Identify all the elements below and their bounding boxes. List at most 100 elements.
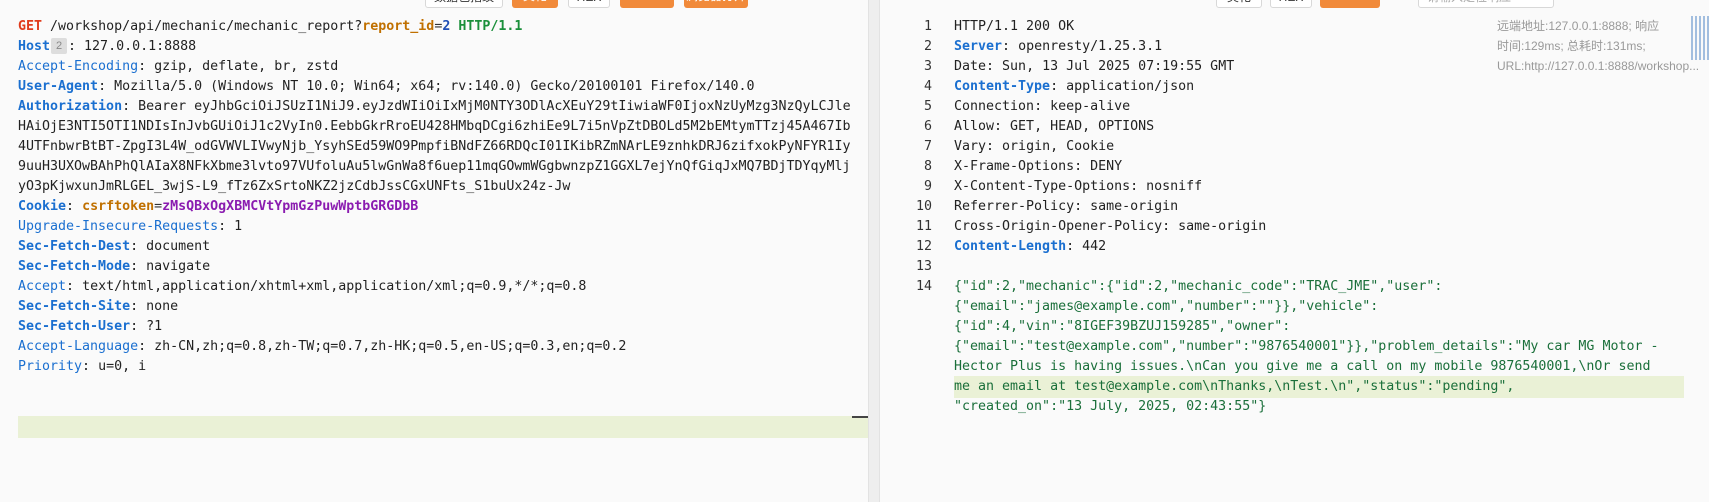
line-number: 14 bbox=[915, 279, 932, 294]
open-in-browser-button[interactable]: 浏览器打开 bbox=[684, 0, 748, 8]
header-cookie: Cookie: csrftoken=zMsQBxOgXBMCVtYpmGzPuw… bbox=[18, 199, 419, 214]
packet-fingerprint-button[interactable]: 数据包指纹 bbox=[425, 0, 503, 8]
header-sec-fetch-user: Sec-Fetch-User: ?1 bbox=[18, 319, 163, 334]
beautify-button[interactable]: 美化 bbox=[512, 0, 558, 8]
header-name: X-Frame-Options bbox=[954, 159, 1075, 174]
response-search-input[interactable]: 请输入定位响应 bbox=[1418, 0, 1554, 8]
header-value: navigate bbox=[146, 259, 211, 274]
header-name: Sec-Fetch-User bbox=[18, 319, 131, 334]
resp-header-referrer-policy: Referrer-Policy: same-origin bbox=[954, 199, 1179, 214]
header-accept-encoding: Accept-Encoding: gzip, deflate, br, zstd bbox=[18, 59, 339, 74]
header-sec-fetch-mode: Sec-Fetch-Mode: navigate bbox=[18, 259, 211, 274]
header-value: gzip, deflate, br, zstd bbox=[154, 59, 339, 74]
header-value: DENY bbox=[1090, 159, 1123, 174]
header-value: keep-alive bbox=[1050, 99, 1131, 114]
response-meta-info: 远端地址:127.0.0.1:8888; 响应时间:129ms; 总耗时:131… bbox=[1497, 19, 1700, 73]
header-value: openresty/1.25.3.1 bbox=[1018, 39, 1163, 54]
header-sec-fetch-dest: Sec-Fetch-Dest: document bbox=[18, 239, 211, 254]
text-cursor bbox=[852, 416, 868, 418]
header-name: Allow bbox=[954, 119, 995, 134]
header-priority: Priority: u=0, i bbox=[18, 359, 147, 374]
line-number: 9 bbox=[923, 179, 932, 194]
header-name: Authorization bbox=[18, 99, 123, 114]
header-value: origin, Cookie bbox=[1002, 139, 1115, 154]
header-name: Sec-Fetch-Dest bbox=[18, 239, 131, 254]
host-badge-icon[interactable]: 2 bbox=[51, 38, 68, 54]
pane-splitter[interactable] bbox=[868, 0, 880, 502]
header-value: Sun, 13 Jul 2025 07:19:55 GMT bbox=[1002, 59, 1235, 74]
header-name: Accept-Language bbox=[18, 339, 139, 354]
header-name: Upgrade-Insecure-Requests bbox=[18, 219, 219, 234]
resp-header-allow: Allow: GET, HEAD, OPTIONS bbox=[954, 119, 1155, 134]
header-name: Host bbox=[18, 39, 51, 54]
header-name: Accept bbox=[18, 279, 67, 294]
request-method: GET bbox=[18, 19, 43, 34]
header-value: 442 bbox=[1082, 239, 1107, 254]
header-value: nosniff bbox=[1146, 179, 1203, 194]
hex-button[interactable]: HEX bbox=[568, 0, 610, 8]
resp-header-content-type: Content-Type: application/json bbox=[954, 79, 1195, 94]
current-line-highlight bbox=[18, 416, 868, 438]
header-name: Cookie bbox=[18, 199, 67, 214]
header-value: same-origin bbox=[1178, 219, 1267, 234]
header-value: same-origin bbox=[1090, 199, 1179, 214]
cookie-value: zMsQBxOgXBMCVtYpmGzPuwWptbGRGDbB bbox=[162, 199, 419, 214]
header-value: text/html,application/xhtml+xml,applicat… bbox=[82, 279, 587, 294]
header-value: u=0, i bbox=[98, 359, 147, 374]
request-editor[interactable]: GET /workshop/api/mechanic/mechanic_repo… bbox=[18, 17, 868, 377]
cookie-name: csrftoken bbox=[82, 199, 155, 214]
header-name: Server bbox=[954, 39, 1003, 54]
response-beautify-button[interactable]: 美化 bbox=[1216, 0, 1262, 8]
line-number: 6 bbox=[923, 119, 932, 134]
header-value: GET, HEAD, OPTIONS bbox=[1010, 119, 1155, 134]
header-value: ?1 bbox=[146, 319, 163, 334]
header-name: Referrer-Policy bbox=[954, 199, 1075, 214]
line-number: 5 bbox=[923, 99, 932, 114]
response-pane: 美化 HEX Render 请输入定位响应 1 2 3 4 5 6 7 8 9 … bbox=[880, 0, 1709, 502]
request-path: /workshop/api/mechanic/mechanic_report? bbox=[50, 19, 363, 34]
response-hex-button[interactable]: HEX bbox=[1270, 0, 1312, 8]
header-name: Cross-Origin-Opener-Policy bbox=[954, 219, 1163, 234]
header-authorization: Authorization: Bearer eyJhbGciOiJSUzI1Ni… bbox=[18, 99, 851, 194]
line-number: 11 bbox=[915, 219, 932, 234]
render-button[interactable]: Render bbox=[620, 0, 674, 8]
header-value: 1 bbox=[234, 219, 243, 234]
request-protocol: HTTP/1.1 bbox=[458, 19, 523, 34]
response-json-body: {"id":2,"mechanic":{"id":2,"mechanic_cod… bbox=[954, 277, 1659, 417]
resp-header-vary: Vary: origin, Cookie bbox=[954, 139, 1115, 154]
line-number: 8 bbox=[923, 159, 932, 174]
header-value: document bbox=[146, 239, 211, 254]
header-name: User-Agent bbox=[18, 79, 99, 94]
header-name: Date bbox=[954, 59, 987, 74]
request-pane: 数据包指纹 美化 HEX Render 浏览器打开 GET /workshop/… bbox=[0, 0, 868, 502]
resp-header-x-content-type-options: X-Content-Type-Options: nosniff bbox=[954, 179, 1203, 194]
header-name: X-Content-Type-Options bbox=[954, 179, 1131, 194]
resp-header-connection: Connection: keep-alive bbox=[954, 99, 1131, 114]
resp-header-coop: Cross-Origin-Opener-Policy: same-origin bbox=[954, 219, 1267, 234]
response-render-button[interactable]: Render bbox=[1320, 0, 1380, 8]
header-user-agent: User-Agent: Mozilla/5.0 (Windows NT 10.0… bbox=[18, 79, 755, 94]
header-value: zh-CN,zh;q=0.8,zh-TW;q=0.7,zh-HK;q=0.5,e… bbox=[154, 339, 627, 354]
header-accept-language: Accept-Language: zh-CN,zh;q=0.8,zh-TW;q=… bbox=[18, 339, 627, 354]
header-name: Content-Type bbox=[954, 79, 1051, 94]
line-number: 12 bbox=[915, 239, 932, 254]
header-name: Vary bbox=[954, 139, 987, 154]
request-line: GET /workshop/api/mechanic/mechanic_repo… bbox=[18, 17, 868, 37]
line-number: 7 bbox=[923, 139, 932, 154]
qr-code-icon[interactable] bbox=[1691, 16, 1709, 60]
header-value: 127.0.0.1:8888 bbox=[84, 39, 197, 54]
resp-header-x-frame-options: X-Frame-Options: DENY bbox=[954, 159, 1123, 174]
resp-header-content-length: Content-Length: 442 bbox=[954, 239, 1107, 254]
response-editor[interactable]: HTTP/1.1 200 OK Server: openresty/1.25.3… bbox=[954, 17, 1659, 417]
response-toolbar: 美化 HEX Render 请输入定位响应 bbox=[880, 0, 1709, 10]
line-number: 1 bbox=[923, 19, 932, 34]
line-number: 2 bbox=[923, 39, 932, 54]
header-sec-fetch-site: Sec-Fetch-Site: none bbox=[18, 299, 179, 314]
header-value: none bbox=[146, 299, 179, 314]
json-body-part: {"id":2,"mechanic":{"id":2,"mechanic_cod… bbox=[954, 279, 1667, 394]
header-accept: Accept: text/html,application/xhtml+xml,… bbox=[18, 279, 587, 294]
line-number: 13 bbox=[915, 259, 932, 274]
json-body-last-line: "created_on":"13 July, 2025, 02:43:55"} bbox=[954, 399, 1267, 414]
header-name: Sec-Fetch-Site bbox=[18, 299, 131, 314]
